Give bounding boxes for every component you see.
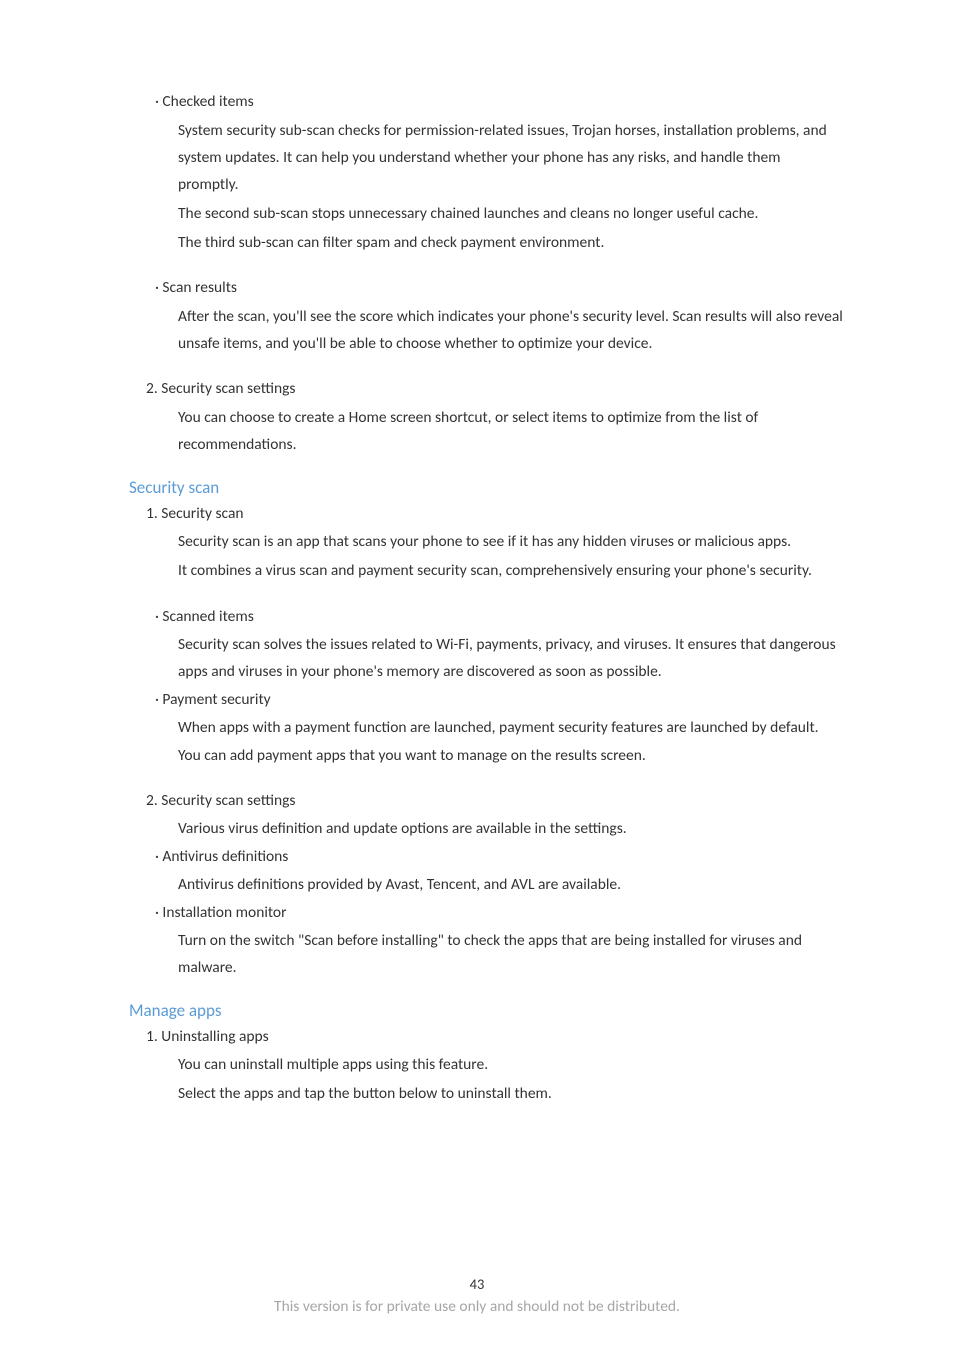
page-number: 43 (0, 1275, 954, 1293)
paragraph: After the scan, you'll see the score whi… (178, 303, 844, 357)
bullet-scanned-items: · Scanned items (155, 605, 844, 630)
bullet-checked-items: · Checked items (155, 90, 844, 115)
paragraph: Antivirus definitions provided by Avast,… (178, 871, 844, 898)
bullet-payment-security: · Payment security (155, 688, 844, 713)
paragraph: The second sub-scan stops unnecessary ch… (178, 200, 844, 227)
paragraph: Various virus definition and update opti… (178, 815, 844, 842)
paragraph: It combines a virus scan and payment sec… (178, 557, 844, 584)
paragraph: System security sub-scan checks for perm… (178, 117, 844, 198)
document-page: · Checked items System security sub-scan… (0, 0, 954, 1108)
paragraph: You can uninstall multiple apps using th… (178, 1051, 844, 1078)
paragraph: Security scan solves the issues related … (178, 631, 844, 685)
paragraph: The third sub-scan can filter spam and c… (178, 229, 844, 256)
heading-security-scan: Security scan (129, 477, 844, 498)
heading-manage-apps: Manage apps (129, 1000, 844, 1021)
numbered-item-security-scan: 1. Security scan (146, 502, 844, 527)
bullet-scan-results: · Scan results (155, 276, 844, 301)
paragraph: You can choose to create a Home screen s… (178, 404, 844, 458)
paragraph: Turn on the switch "Scan before installi… (178, 927, 844, 981)
numbered-item-security-scan-settings-2: 2. Security scan settings (146, 789, 844, 814)
bullet-installation-monitor: · Installation monitor (155, 901, 844, 926)
numbered-item-security-scan-settings: 2. Security scan settings (146, 377, 844, 402)
bullet-antivirus-definitions: · Antivirus definitions (155, 845, 844, 870)
paragraph: Security scan is an app that scans your … (178, 528, 844, 555)
footer-note: This version is for private use only and… (0, 1297, 954, 1316)
paragraph: When apps with a payment function are la… (178, 714, 844, 768)
page-footer: 43 This version is for private use only … (0, 1275, 954, 1316)
paragraph: Select the apps and tap the button below… (178, 1080, 844, 1107)
numbered-item-uninstalling-apps: 1. Uninstalling apps (146, 1025, 844, 1050)
